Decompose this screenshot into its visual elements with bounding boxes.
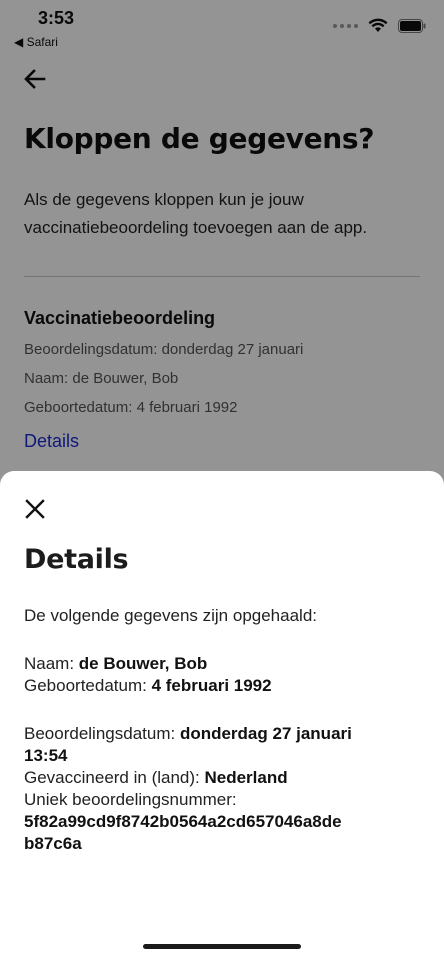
- birth-value: 4 februari 1992: [151, 676, 272, 695]
- id-value-line-1: 5f82a99cd9f8742b0564a2cd657046a8de: [24, 812, 342, 831]
- id-label: Uniek beoordelingsnummer:: [24, 790, 237, 809]
- country-row: Gevaccineerd in (land): Nederland: [24, 767, 424, 789]
- name-label: Naam:: [24, 654, 79, 673]
- country-label: Gevaccineerd in (land):: [24, 768, 205, 787]
- sheet-title: Details: [24, 544, 129, 575]
- country-value: Nederland: [204, 768, 288, 787]
- date-value: donderdag 27 januari: [179, 724, 352, 743]
- details-sheet: Details De volgende gegevens zijn opgeha…: [0, 471, 444, 960]
- name-row: Naam: de Bouwer, Bob: [24, 653, 424, 675]
- date-label: Beoordelingsdatum:: [24, 724, 180, 743]
- birth-label: Geboortedatum:: [24, 676, 152, 695]
- date-row: Beoordelingsdatum: donderdag 27 januari: [24, 723, 424, 745]
- name-value: de Bouwer, Bob: [78, 654, 208, 673]
- time-value: 13:54: [24, 746, 68, 765]
- home-indicator[interactable]: [143, 944, 301, 949]
- details-intro: De volgende gegevens zijn opgehaald:: [24, 606, 318, 625]
- close-icon[interactable]: [22, 496, 48, 522]
- birth-row: Geboortedatum: 4 februari 1992: [24, 675, 424, 697]
- details-content: De volgende gegevens zijn opgehaald: Naa…: [24, 605, 424, 855]
- id-value-line-2: b87c6a: [24, 834, 82, 853]
- time-row: 13:54: [24, 745, 424, 767]
